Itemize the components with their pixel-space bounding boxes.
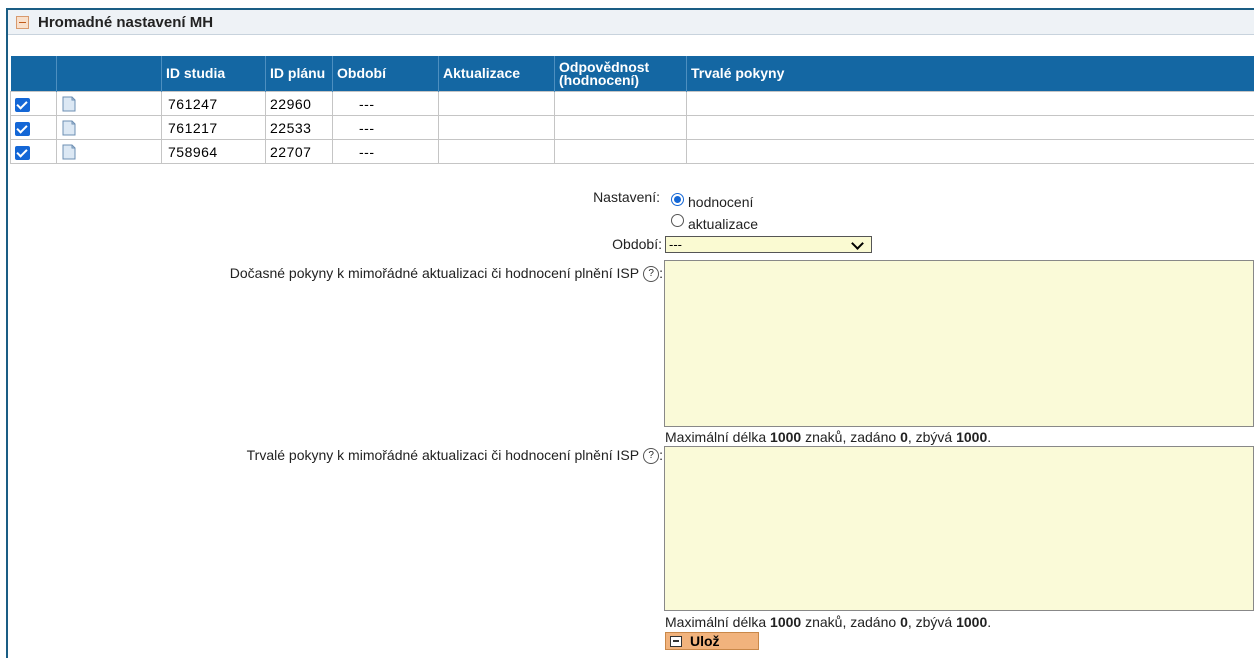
row-select-cell	[11, 116, 57, 140]
table-row: 761247 22960 ---	[11, 92, 1254, 116]
save-button-label: Ulož	[690, 633, 720, 649]
row-detail-cell	[57, 140, 162, 164]
document-icon[interactable]	[61, 96, 77, 112]
cell-obdobi: ---	[333, 116, 439, 140]
counter-remaining: 1000	[956, 429, 987, 445]
cell-obdobi: ---	[333, 92, 439, 116]
cell-odpovednost	[555, 92, 687, 116]
cell-aktualizace	[439, 140, 555, 164]
counter-max: 1000	[770, 614, 801, 630]
row-detail-cell	[57, 92, 162, 116]
trvale-pokyny-text: Trvalé pokyny k mimořádné aktualizaci či…	[247, 447, 639, 463]
counter-entered: 0	[900, 429, 908, 445]
cell-aktualizace	[439, 116, 555, 140]
cell-trvale-pokyny	[687, 116, 1254, 140]
document-icon[interactable]	[61, 120, 77, 136]
panel-title: Hromadné nastavení MH	[38, 14, 213, 31]
cell-id-studia: 761217	[162, 116, 266, 140]
counter-suffix: .	[987, 614, 991, 630]
studies-table: ID studia ID plánu Období Aktualizace Od…	[10, 56, 1254, 164]
row-select-cell	[11, 92, 57, 116]
obdobi-label: Období:	[560, 236, 662, 252]
cell-id-studia: 758964	[162, 140, 266, 164]
save-button[interactable]: Ulož	[665, 632, 759, 650]
cell-id-planu: 22533	[266, 116, 333, 140]
obdobi-select-value: ---	[669, 237, 682, 252]
checkbox-checked-icon[interactable]	[15, 98, 30, 112]
help-icon[interactable]: ?	[643, 266, 659, 282]
obdobi-select[interactable]: ---	[665, 236, 872, 253]
radio-aktualizace[interactable]	[671, 214, 684, 227]
chevron-down-icon	[851, 237, 864, 250]
docasne-pokyny-label: Dočasné pokyny k mimořádné aktualizaci č…	[8, 265, 663, 282]
panel-header: Hromadné nastavení MH	[8, 10, 1254, 35]
table-row: 758964 22707 ---	[11, 140, 1254, 164]
cell-id-studia: 761247	[162, 92, 266, 116]
table-header-row: ID studia ID plánu Období Aktualizace Od…	[11, 56, 1254, 92]
col-header-obdobi[interactable]: Období	[333, 56, 439, 92]
counter-mid2: , zbývá	[908, 614, 956, 630]
counter-suffix: .	[987, 429, 991, 445]
col-header-trvale-pokyny[interactable]: Trvalé pokyny	[687, 56, 1254, 92]
document-icon[interactable]	[61, 144, 77, 160]
col-header-id-planu[interactable]: ID plánu	[266, 56, 333, 92]
cell-trvale-pokyny	[687, 92, 1254, 116]
save-icon	[670, 636, 682, 647]
col-header-detail	[57, 56, 162, 92]
collapse-icon[interactable]	[16, 16, 29, 29]
docasne-pokyny-colon: :	[659, 265, 663, 281]
cell-obdobi: ---	[333, 140, 439, 164]
counter-mid2: , zbývá	[908, 429, 956, 445]
col-header-odpovednost[interactable]: Odpovědnost (hodnocení)	[555, 56, 687, 92]
cell-odpovednost	[555, 116, 687, 140]
radio-aktualizace-label[interactable]: aktualizace	[688, 216, 758, 232]
radio-hodnoceni[interactable]	[671, 193, 684, 206]
counter-prefix: Maximální délka	[665, 614, 770, 630]
cell-odpovednost	[555, 140, 687, 164]
counter-prefix: Maximální délka	[665, 429, 770, 445]
cell-id-planu: 22707	[266, 140, 333, 164]
cell-trvale-pokyny	[687, 140, 1254, 164]
row-select-cell	[11, 140, 57, 164]
docasne-pokyny-counter: Maximální délka 1000 znaků, zadáno 0, zb…	[665, 429, 991, 445]
checkbox-checked-icon[interactable]	[15, 122, 30, 136]
counter-entered: 0	[900, 614, 908, 630]
radio-hodnoceni-label[interactable]: hodnocení	[688, 194, 753, 210]
col-header-select	[11, 56, 57, 92]
docasne-pokyny-textarea[interactable]	[664, 260, 1254, 427]
counter-remaining: 1000	[956, 614, 987, 630]
cell-aktualizace	[439, 92, 555, 116]
cell-id-planu: 22960	[266, 92, 333, 116]
col-header-id-studia[interactable]: ID studia	[162, 56, 266, 92]
trvale-pokyny-label: Trvalé pokyny k mimořádné aktualizaci či…	[8, 447, 663, 464]
trvale-pokyny-colon: :	[659, 447, 663, 463]
help-icon[interactable]: ?	[643, 448, 659, 464]
trvale-pokyny-textarea[interactable]	[664, 446, 1254, 611]
row-detail-cell	[57, 116, 162, 140]
table-row: 761217 22533 ---	[11, 116, 1254, 140]
counter-mid1: znaků, zadáno	[801, 614, 900, 630]
col-header-aktualizace[interactable]: Aktualizace	[439, 56, 555, 92]
counter-max: 1000	[770, 429, 801, 445]
nastaveni-label: Nastavení:	[540, 189, 660, 205]
checkbox-checked-icon[interactable]	[15, 146, 30, 160]
docasne-pokyny-text: Dočasné pokyny k mimořádné aktualizaci č…	[230, 265, 639, 281]
trvale-pokyny-counter: Maximální délka 1000 znaků, zadáno 0, zb…	[665, 614, 991, 630]
counter-mid1: znaků, zadáno	[801, 429, 900, 445]
